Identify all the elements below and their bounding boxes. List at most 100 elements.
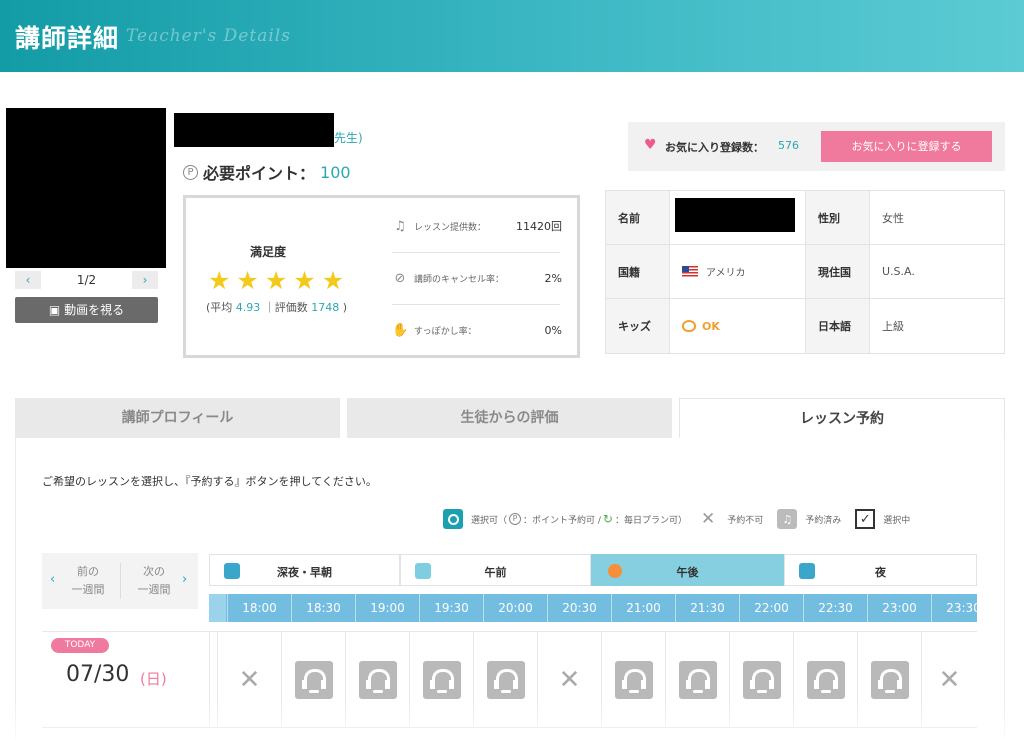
photo-nav: 1/2 ‹ › xyxy=(15,270,158,290)
info-name-redacted xyxy=(675,198,795,232)
rating-summary: (平均 4.93 ｜評価数 1748 ) xyxy=(206,299,347,315)
satisfaction-title: 満足度 xyxy=(250,245,287,259)
period-morning[interactable]: 午前 xyxy=(400,554,591,586)
booking-instruction: ご希望のレッスンを選択し、『予約する』ボタンを押してください。 xyxy=(42,475,377,488)
teacher-info-table: 名前 性別 女性 国籍 アメリカ 現住国 U.S.A. キッズ OK 日本語 上… xyxy=(605,190,1005,354)
prev-week-line1: 前の xyxy=(77,565,99,578)
period-late-night[interactable]: 深夜・早朝 xyxy=(209,554,400,586)
thumbs-down-icon: ✋ xyxy=(392,322,409,338)
cancel-rate-row: ⊘ 講師のキャンセル率： 2% xyxy=(392,256,562,300)
slot-legend: 選択可（ P ：ポイント予約可 / ↻ ：毎日プラン可） ✕ 予約不可 ♫ 予約… xyxy=(443,508,910,530)
refresh-icon: ↻ xyxy=(602,512,613,526)
star-icon: ★ xyxy=(321,266,345,295)
reserved-headset-icon xyxy=(486,660,525,699)
japanese-label: 日本語 xyxy=(806,299,870,353)
reserved-headset-icon xyxy=(294,660,333,699)
avg-prefix: (平均 xyxy=(206,301,233,314)
star-icon: ★ xyxy=(264,266,288,295)
tab-lesson-booking[interactable]: レッスン予約 xyxy=(679,398,1005,438)
nationality-label: 国籍 xyxy=(606,245,670,299)
page-title: 講師詳細 xyxy=(15,24,120,53)
reserved-headset-icon xyxy=(422,660,461,699)
period-label: 深夜・早朝 xyxy=(277,566,332,579)
count-prefix: ｜評価数 xyxy=(263,301,308,314)
video-icon: ▣ xyxy=(48,303,65,317)
reserved-legend-icon: ♫ xyxy=(777,509,798,529)
star-icon: ★ xyxy=(208,266,231,295)
required-points: P 必要ポイント： 100 xyxy=(183,160,351,184)
stat-divider xyxy=(392,252,560,253)
time-slot-label: 23:30 xyxy=(931,594,977,622)
stat-label: レッスン提供数： xyxy=(414,222,487,233)
time-slot-label: 22:00 xyxy=(739,594,803,622)
prev-week-line2: 一週間 xyxy=(71,583,105,596)
legend-point: ：ポイント予約可 / xyxy=(523,515,601,526)
kids-value-cell: OK xyxy=(670,299,806,353)
bottom-fade xyxy=(0,700,1024,740)
time-slot-label: 19:30 xyxy=(419,594,483,622)
kids-value: OK xyxy=(702,319,720,333)
photo-prev-button[interactable]: ‹ xyxy=(15,271,41,289)
header-banner: 講師詳細 Teacher's Details xyxy=(0,0,1024,72)
star-icon: ★ xyxy=(293,266,316,295)
reserved-headset-icon xyxy=(742,660,781,699)
residence-label: 現住国 xyxy=(806,245,870,299)
photo-next-button[interactable]: › xyxy=(132,271,158,289)
favorite-label: お気に入り登録数： xyxy=(665,141,764,154)
page-subtitle: Teacher's Details xyxy=(126,26,291,46)
legend-available: 選択可（ xyxy=(471,515,508,526)
watch-video-button[interactable]: ▣ 動画を視る xyxy=(15,297,158,323)
avg-value: 4.93 xyxy=(235,301,261,314)
reserved-headset-icon xyxy=(614,660,653,699)
video-button-label: 動画を視る xyxy=(64,303,125,317)
stat-value: 11420回 xyxy=(516,220,562,233)
kid-face-icon xyxy=(682,320,696,332)
reserved-headset-icon xyxy=(806,660,845,699)
japanese-value: 上級 xyxy=(870,299,1004,353)
next-week-line1: 次の xyxy=(143,565,165,578)
period-afternoon[interactable]: 午後 xyxy=(591,554,784,586)
today-badge: TODAY xyxy=(51,638,109,653)
no-show-rate-row: ✋ すっぽかし率： 0% xyxy=(392,308,562,352)
residence-value: U.S.A. xyxy=(870,245,1004,299)
stat-value: 0% xyxy=(544,323,562,337)
legend-reserved: 予約済み xyxy=(805,515,842,526)
time-slot-label: 18:00 xyxy=(227,594,291,622)
teacher-name-suffix: 先生) xyxy=(334,131,363,145)
points-label: 必要ポイント： xyxy=(203,164,316,183)
rating-stars: ★ ★ ★ ★ ★ xyxy=(208,268,344,294)
stat-divider xyxy=(392,304,560,305)
row-date: 07/30 xyxy=(66,662,130,687)
time-slot-label: 20:30 xyxy=(547,594,611,622)
unavailable-legend-icon: ✕ xyxy=(701,509,716,529)
tab-student-reviews[interactable]: 生徒からの評価 xyxy=(347,398,672,438)
row-day-of-week: (日) xyxy=(140,670,167,688)
tab-teacher-profile[interactable]: 講師プロフィール xyxy=(15,398,340,438)
period-night[interactable]: 夜 xyxy=(784,554,977,586)
ratings-box: 満足度 ★ ★ ★ ★ ★ (平均 4.93 ｜評価数 1748 ) ♫ レッス… xyxy=(183,195,580,358)
time-slot-label: 23:00 xyxy=(867,594,931,622)
nationality-value: アメリカ xyxy=(706,268,746,279)
unavailable-x-icon: ✕ xyxy=(558,664,581,695)
selected-legend-icon: ✓ xyxy=(855,509,876,529)
time-header: 18:00 18:30 19:00 19:30 20:00 20:30 21:0… xyxy=(209,594,977,622)
prev-week-button[interactable]: 前の 一週間 xyxy=(58,553,118,609)
unavailable-x-icon: ✕ xyxy=(938,664,961,695)
point-icon: P xyxy=(183,164,198,180)
time-slot-label: 18:30 xyxy=(291,594,355,622)
reserved-headset-icon xyxy=(678,660,717,699)
legend-selected: 選択中 xyxy=(883,515,911,526)
chevron-right-icon: › xyxy=(182,572,188,587)
period-label: 午後 xyxy=(676,566,699,579)
legend-daily: ：毎日プラン可） xyxy=(614,515,687,526)
stat-value: 2% xyxy=(544,271,562,285)
next-week-button[interactable]: 次の 一週間 xyxy=(126,553,182,609)
favorite-box: ♥ お気に入り登録数： 576 お気に入りに登録する xyxy=(628,122,1005,171)
teacher-photo[interactable] xyxy=(6,108,166,268)
add-favorite-button[interactable]: お気に入りに登録する xyxy=(821,131,992,162)
heart-icon: ♥ xyxy=(644,137,657,153)
time-slot-label: 19:00 xyxy=(355,594,419,622)
time-slot-label: 20:00 xyxy=(483,594,547,622)
time-slot-label: 21:00 xyxy=(611,594,675,622)
reserved-headset-icon xyxy=(358,660,397,699)
